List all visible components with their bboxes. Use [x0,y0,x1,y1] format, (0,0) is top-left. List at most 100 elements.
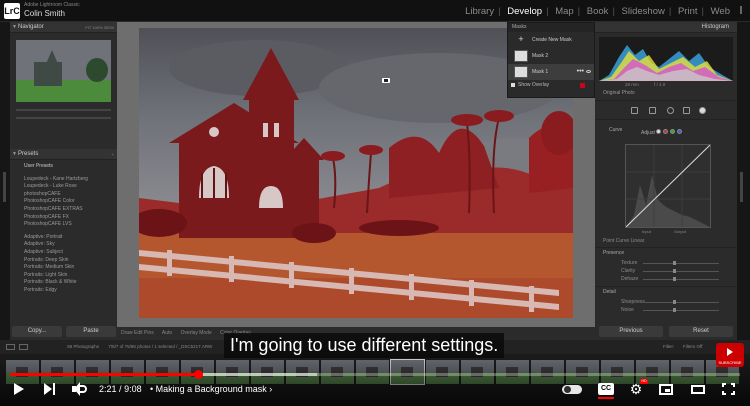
preset-item[interactable]: Loupedeck - Kane Hartzberg [24,176,117,184]
right-panel-buttons: Previous Reset [595,326,737,338]
progress-bar[interactable] [10,370,740,379]
red-eye-icon[interactable] [667,107,674,114]
selection-info[interactable]: 7/8/7 of 75/86 photos / 1 selected / _DS… [108,344,212,349]
add-preset-icon[interactable]: + [112,149,114,160]
fullscreen-icon[interactable] [722,383,735,395]
module-web[interactable]: Web [711,6,730,17]
preset-item[interactable]: PhotoshopCAFE LVS [24,221,117,229]
curve-input-label: Input [642,229,651,234]
masking-icon[interactable] [683,107,690,114]
preset-item[interactable]: Adaptive: Subject [24,249,117,257]
preset-item[interactable]: Adaptive: Sky [24,241,117,249]
preset-item[interactable]: photoshopCAFE [24,191,117,199]
noise-slider[interactable]: Noise [601,306,731,314]
preset-item[interactable]: PhotoshopCAFE EXTRAS [24,206,117,214]
clarity-slider[interactable]: Clarity [601,267,731,275]
curve-header[interactable]: Curve Adjust [601,124,731,136]
preview-tree [86,58,108,82]
preset-group-user[interactable]: User Presets [24,163,117,171]
texture-slider[interactable]: Texture [601,259,731,267]
module-develop[interactable]: Develop [507,6,542,17]
slider-knob[interactable] [673,269,676,273]
preset-item[interactable]: Portraits: Medium Skin [24,264,117,272]
module-separator: | [668,6,672,17]
point-curve-select[interactable]: Linear [631,238,645,244]
original-photo-checkbox[interactable]: Original Photo [595,88,737,97]
progress-scrubber[interactable] [193,370,203,379]
play-icon[interactable] [14,383,24,395]
preset-item[interactable]: Portraits: Deep Skin [24,257,117,265]
panel-toggle-icon[interactable] [740,6,746,14]
preset-item[interactable]: Portraits: Light Skin [24,272,117,280]
preset-item[interactable]: PhotoshopCAFE Color [24,198,117,206]
histogram[interactable] [599,37,733,81]
presets-header[interactable]: ▼ Presets + [10,149,117,160]
module-print[interactable]: Print [678,6,698,17]
presence-header[interactable]: Presence [595,247,737,257]
secondary-window-2-icon[interactable] [19,343,28,350]
autoplay-toggle[interactable] [562,385,582,394]
sharpness-slider[interactable]: Sharpness [601,298,731,306]
left-panel-collapse-strip[interactable] [0,22,10,340]
settings-gear-icon[interactable]: ⚙ [629,382,643,396]
module-library[interactable]: Library [465,6,494,17]
slider-track [643,271,719,272]
chapter-title[interactable]: • Making a Background mask › [150,384,272,394]
mask-name: Mask 1 [532,69,549,75]
mask-visibility-eye-icon[interactable] [586,70,591,73]
theater-mode-icon[interactable] [691,385,705,394]
preset-item[interactable]: Adaptive: Portrait [24,234,117,242]
curve-channel-rgb-icon[interactable] [656,129,662,134]
show-overlay-row[interactable]: Show Overlay [508,80,594,90]
navigator-preview[interactable] [16,40,111,102]
miniplayer-icon[interactable] [659,384,673,395]
secondary-window-1-icon[interactable] [6,343,15,350]
hd-badge: HD [640,379,648,384]
mask-row-2[interactable]: Mask 2 [508,48,594,64]
slider-knob[interactable] [673,261,676,265]
volume-icon[interactable] [72,382,88,396]
preset-item[interactable]: Portraits: Edgy [24,287,117,295]
module-map[interactable]: Map [555,6,573,17]
right-panel-collapse-strip[interactable] [737,22,750,340]
mask-options-icon[interactable]: ••• [577,64,584,80]
tone-curve-graph[interactable]: Input Output [625,144,711,234]
next-video-icon[interactable] [44,383,58,395]
dimmed-slider [16,109,111,111]
preset-item[interactable]: Loupedeck - Luke Rose [24,183,117,191]
detail-header[interactable]: Detail [595,286,737,296]
paste-settings-button[interactable]: Paste [66,326,116,337]
create-new-mask-button[interactable]: + Create New Mask [508,32,594,48]
subscribe-button[interactable]: SUBSCRIBE [716,343,744,367]
module-picker: Library | Develop | Map | Book | Slideshow | … [463,6,732,17]
mask-row-1[interactable]: Mask 1 ••• [508,64,594,80]
crop-icon[interactable] [631,107,638,114]
dehaze-slider[interactable]: Dehaze [601,275,731,283]
curve-channel-blue-icon[interactable] [677,129,683,134]
navigator-header[interactable]: ▼ Navigator FIT 100% 300% [10,22,117,33]
healing-icon[interactable] [649,107,656,114]
show-overlay-checkbox[interactable] [511,83,515,87]
draw-edit-pins-select[interactable]: Auto [162,330,172,336]
point-curve-label: Point Curve [603,238,630,244]
slider-track [643,263,719,264]
module-slideshow[interactable]: Slideshow [622,6,665,17]
overlay-color-swatch[interactable] [580,83,585,88]
histogram-header[interactable]: Histogram [595,22,737,33]
mask-active-icon[interactable] [699,107,706,114]
captions-button[interactable]: CC [598,383,614,395]
zoom-300[interactable]: 300% [104,25,114,30]
curve-channel-red-icon[interactable] [663,129,669,134]
curve-channel-green-icon[interactable] [670,129,676,134]
previous-button[interactable]: Previous [599,326,663,337]
reset-button[interactable]: Reset [669,326,733,337]
preset-item[interactable]: PhotoshopCAFE FX [24,214,117,222]
preset-item[interactable]: Portraits: Black & White [24,279,117,287]
slider-knob[interactable] [673,300,676,304]
zoom-100[interactable]: 100% [92,25,102,30]
zoom-fit[interactable]: FIT [85,25,91,30]
module-book[interactable]: Book [587,6,609,17]
copy-settings-button[interactable]: Copy... [12,326,62,337]
slider-knob[interactable] [673,277,676,281]
slider-knob[interactable] [673,308,676,312]
